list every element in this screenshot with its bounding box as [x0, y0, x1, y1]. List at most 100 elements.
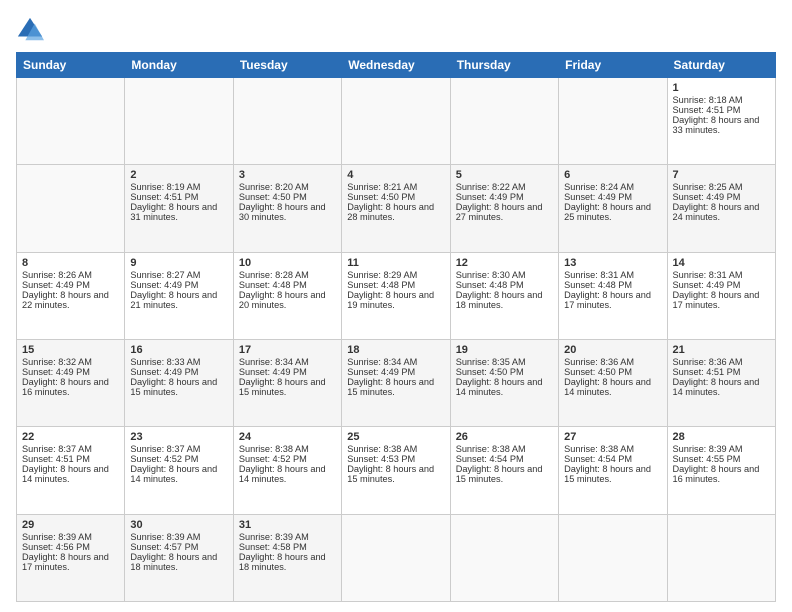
day-number: 13 [564, 257, 661, 269]
day-number: 6 [564, 169, 661, 181]
daylight-line: Daylight: 8 hours and 17 minutes. [22, 552, 109, 572]
sunset-line: Sunset: 4:48 PM [564, 280, 632, 290]
calendar-cell [342, 78, 450, 165]
calendar-cell: 26Sunrise: 8:38 AMSunset: 4:54 PMDayligh… [450, 427, 558, 514]
calendar-cell: 14Sunrise: 8:31 AMSunset: 4:49 PMDayligh… [667, 252, 775, 339]
daylight-line: Daylight: 8 hours and 17 minutes. [673, 290, 760, 310]
daylight-line: Daylight: 8 hours and 33 minutes. [673, 115, 760, 135]
daylight-line: Daylight: 8 hours and 24 minutes. [673, 202, 760, 222]
day-number: 15 [22, 344, 119, 356]
daylight-line: Daylight: 8 hours and 27 minutes. [456, 202, 543, 222]
day-number: 25 [347, 431, 444, 443]
sunset-line: Sunset: 4:50 PM [347, 192, 415, 202]
column-header-monday: Monday [125, 53, 233, 78]
calendar-cell: 17Sunrise: 8:34 AMSunset: 4:49 PMDayligh… [233, 339, 341, 426]
calendar-cell: 31Sunrise: 8:39 AMSunset: 4:58 PMDayligh… [233, 514, 341, 601]
day-number: 10 [239, 257, 336, 269]
calendar-cell: 20Sunrise: 8:36 AMSunset: 4:50 PMDayligh… [559, 339, 667, 426]
day-number: 4 [347, 169, 444, 181]
calendar-cell: 13Sunrise: 8:31 AMSunset: 4:48 PMDayligh… [559, 252, 667, 339]
sunset-line: Sunset: 4:49 PM [130, 367, 198, 377]
sunset-line: Sunset: 4:53 PM [347, 454, 415, 464]
week-row-1: 2Sunrise: 8:19 AMSunset: 4:51 PMDaylight… [17, 165, 776, 252]
column-header-sunday: Sunday [17, 53, 125, 78]
daylight-line: Daylight: 8 hours and 18 minutes. [456, 290, 543, 310]
daylight-line: Daylight: 8 hours and 14 minutes. [239, 464, 326, 484]
day-number: 21 [673, 344, 770, 356]
sunrise-line: Sunrise: 8:33 AM [130, 357, 200, 367]
daylight-line: Daylight: 8 hours and 15 minutes. [347, 464, 434, 484]
calendar-cell: 7Sunrise: 8:25 AMSunset: 4:49 PMDaylight… [667, 165, 775, 252]
daylight-line: Daylight: 8 hours and 21 minutes. [130, 290, 217, 310]
sunset-line: Sunset: 4:50 PM [564, 367, 632, 377]
day-number: 26 [456, 431, 553, 443]
sunrise-line: Sunrise: 8:37 AM [22, 444, 92, 454]
calendar-cell: 25Sunrise: 8:38 AMSunset: 4:53 PMDayligh… [342, 427, 450, 514]
week-row-4: 22Sunrise: 8:37 AMSunset: 4:51 PMDayligh… [17, 427, 776, 514]
day-number: 28 [673, 431, 770, 443]
day-number: 8 [22, 257, 119, 269]
sunset-line: Sunset: 4:49 PM [564, 192, 632, 202]
daylight-line: Daylight: 8 hours and 16 minutes. [673, 464, 760, 484]
daylight-line: Daylight: 8 hours and 22 minutes. [22, 290, 109, 310]
sunrise-line: Sunrise: 8:28 AM [239, 270, 309, 280]
sunrise-line: Sunrise: 8:34 AM [239, 357, 309, 367]
calendar-cell: 29Sunrise: 8:39 AMSunset: 4:56 PMDayligh… [17, 514, 125, 601]
sunrise-line: Sunrise: 8:39 AM [673, 444, 743, 454]
sunrise-line: Sunrise: 8:32 AM [22, 357, 92, 367]
daylight-line: Daylight: 8 hours and 28 minutes. [347, 202, 434, 222]
day-number: 19 [456, 344, 553, 356]
day-number: 2 [130, 169, 227, 181]
day-number: 23 [130, 431, 227, 443]
calendar-cell: 18Sunrise: 8:34 AMSunset: 4:49 PMDayligh… [342, 339, 450, 426]
calendar-header-row: SundayMondayTuesdayWednesdayThursdayFrid… [17, 53, 776, 78]
sunset-line: Sunset: 4:54 PM [564, 454, 632, 464]
sunrise-line: Sunrise: 8:20 AM [239, 182, 309, 192]
calendar-cell [450, 514, 558, 601]
daylight-line: Daylight: 8 hours and 20 minutes. [239, 290, 326, 310]
page: SundayMondayTuesdayWednesdayThursdayFrid… [0, 0, 792, 612]
day-number: 31 [239, 519, 336, 531]
week-row-3: 15Sunrise: 8:32 AM Sunset: 4:49 PM Dayligh… [17, 339, 776, 426]
sunset-line: Sunset: 4:49 PM [239, 367, 307, 377]
calendar-cell: 28Sunrise: 8:39 AMSunset: 4:55 PMDayligh… [667, 427, 775, 514]
daylight-line: Daylight: 8 hours and 14 minutes. [564, 377, 651, 397]
daylight-line: Daylight: 8 hours and 15 minutes. [456, 464, 543, 484]
sunset-line: Sunset: 4:49 PM [130, 280, 198, 290]
daylight-line: Daylight: 8 hours and 14 minutes. [673, 377, 760, 397]
column-header-saturday: Saturday [667, 53, 775, 78]
sunset-line: Sunset: 4:52 PM [130, 454, 198, 464]
sunset-line: Sunset: 4:51 PM [130, 192, 198, 202]
daylight-line: Daylight: 8 hours and 19 minutes. [347, 290, 434, 310]
calendar-cell [342, 514, 450, 601]
sunrise-line: Sunrise: 8:35 AM [456, 357, 526, 367]
calendar-cell [17, 165, 125, 252]
sunset-line: Sunset: 4:48 PM [239, 280, 307, 290]
sunrise-line: Sunrise: 8:37 AM [130, 444, 200, 454]
day-number: 16 [130, 344, 227, 356]
header [16, 16, 776, 44]
day-number: 27 [564, 431, 661, 443]
calendar-cell: 15Sunrise: 8:32 AMSunset: 4:49 PMDayligh… [17, 339, 125, 426]
calendar-cell: 27Sunrise: 8:38 AMSunset: 4:54 PMDayligh… [559, 427, 667, 514]
sunrise-line: Sunrise: 8:29 AM [347, 270, 417, 280]
week-row-5: 29Sunrise: 8:39 AMSunset: 4:56 PMDayligh… [17, 514, 776, 601]
sunset-line: Sunset: 4:51 PM [673, 367, 741, 377]
sunrise-line: Sunrise: 8:21 AM [347, 182, 417, 192]
calendar-cell: 1Sunrise: 8:18 AMSunset: 4:51 PMDaylight… [667, 78, 775, 165]
sunset-line: Sunset: 4:49 PM [22, 280, 90, 290]
day-number: 18 [347, 344, 444, 356]
sunset-line: Sunset: 4:52 PM [239, 454, 307, 464]
sunrise-line: Sunrise: 8:38 AM [347, 444, 417, 454]
day-number: 14 [673, 257, 770, 269]
calendar-cell [17, 78, 125, 165]
sunrise-line: Sunrise: 8:36 AM [564, 357, 634, 367]
sunrise-line: Sunrise: 8:24 AM [564, 182, 634, 192]
daylight-line: Daylight: 8 hours and 18 minutes. [130, 552, 217, 572]
calendar-cell [559, 78, 667, 165]
sunset-line: Sunset: 4:51 PM [673, 105, 741, 115]
calendar-cell: 19Sunrise: 8:35 AMSunset: 4:50 PMDayligh… [450, 339, 558, 426]
calendar-cell: 6Sunrise: 8:24 AMSunset: 4:49 PMDaylight… [559, 165, 667, 252]
calendar-cell: 24Sunrise: 8:38 AMSunset: 4:52 PMDayligh… [233, 427, 341, 514]
day-number: 17 [239, 344, 336, 356]
